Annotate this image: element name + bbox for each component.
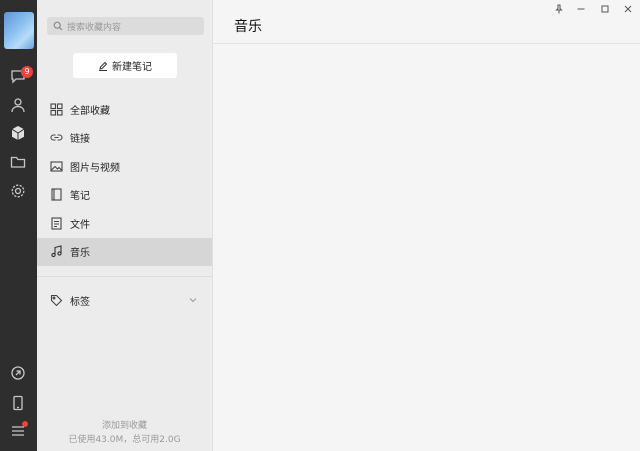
menu-notification-dot <box>22 421 28 427</box>
new-note-button[interactable]: 新建笔记 <box>73 53 177 78</box>
nav-label: 音乐 <box>70 248 90 260</box>
grid-icon <box>50 103 63 116</box>
add-to-favorites-link[interactable]: 添加到收藏 <box>37 418 212 431</box>
favorites-cube-icon[interactable] <box>8 123 28 143</box>
chevron-down-icon[interactable] <box>188 295 198 305</box>
nav-label: 全部收藏 <box>70 105 110 117</box>
content-header: 音乐 <box>213 0 640 44</box>
nav-item-music[interactable]: 音乐 <box>37 237 212 266</box>
tags-label: 标签 <box>70 296 90 308</box>
phone-icon[interactable] <box>8 393 28 413</box>
divider <box>37 276 212 277</box>
nav-item-links[interactable]: 链接 <box>37 124 212 153</box>
left-rail: 9 <box>0 0 37 451</box>
contacts-icon[interactable] <box>8 95 28 115</box>
new-note-label: 新建笔记 <box>112 62 152 73</box>
nav-item-files[interactable]: 文件 <box>37 209 212 238</box>
settings-gear-icon[interactable] <box>8 181 28 201</box>
tag-icon <box>50 294 63 306</box>
pin-icon[interactable] <box>552 2 566 16</box>
search-icon <box>53 21 63 31</box>
maximize-icon[interactable] <box>598 2 612 16</box>
nav-label: 文件 <box>70 219 90 231</box>
search-box[interactable]: 搜索收藏内容 <box>47 17 204 35</box>
nav-item-all[interactable]: 全部收藏 <box>37 95 212 124</box>
nav-label: 笔记 <box>70 191 90 203</box>
nav-label: 图片与视频 <box>70 162 120 174</box>
minimize-icon[interactable] <box>574 2 588 16</box>
storage-usage: 已使用43.0M，总可用2.0G <box>68 435 181 445</box>
link-icon <box>50 134 63 141</box>
nav-item-images-videos[interactable]: 图片与视频 <box>37 152 212 181</box>
content-area: 音乐 <box>213 0 640 451</box>
category-nav: 全部收藏 链接 图片与视频 笔记 文件 音乐 <box>37 95 212 266</box>
close-icon[interactable] <box>621 2 635 16</box>
music-icon <box>51 245 62 258</box>
nav-item-notes[interactable]: 笔记 <box>37 181 212 210</box>
tags-section[interactable]: 标签 <box>37 288 212 312</box>
page-title: 音乐 <box>234 19 262 35</box>
pencil-icon <box>99 61 108 71</box>
search-placeholder: 搜索收藏内容 <box>67 22 122 33</box>
file-icon <box>51 217 62 230</box>
image-icon <box>50 161 63 172</box>
folder-icon[interactable] <box>8 152 28 172</box>
favorites-panel: 搜索收藏内容 新建笔记 全部收藏 链接 图片与视频 笔记 文件 音乐 标签 添加… <box>37 0 213 451</box>
mini-program-icon[interactable] <box>8 363 28 383</box>
unread-badge: 9 <box>21 66 33 78</box>
nav-label: 链接 <box>70 134 90 146</box>
avatar[interactable] <box>4 12 34 49</box>
notebook-icon <box>51 188 62 201</box>
